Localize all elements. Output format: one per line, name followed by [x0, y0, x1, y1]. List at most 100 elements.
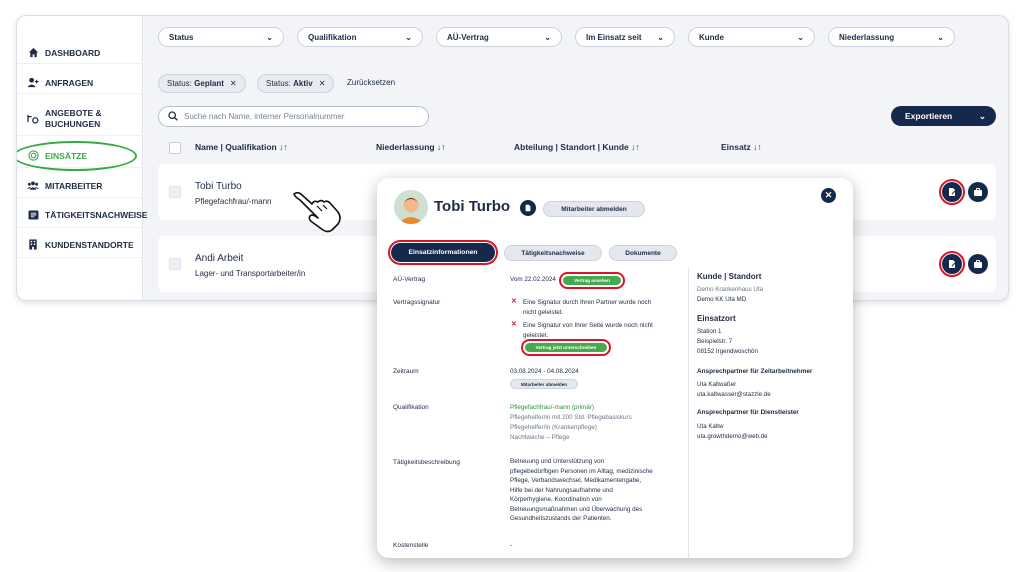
search-input[interactable]: Suche nach Name, interner Personalnummer: [158, 106, 429, 127]
filter-im-einsatz-seit[interactable]: Im Einsatz seit ⌄: [575, 27, 675, 47]
sidebar-item-label: ANFRAGEN: [45, 77, 94, 88]
qualification-secondary: Pflegehelfer/in (Krankenpflege): [510, 424, 597, 431]
filter-chip-geplant[interactable]: Status: Geplant ✕: [158, 74, 246, 93]
briefcase-icon: [974, 260, 982, 268]
row-checkbox[interactable]: [169, 258, 181, 270]
users-icon: [27, 180, 39, 192]
location-heading: Einsatzort: [697, 314, 736, 323]
employee-name: Tobi Turbo: [195, 181, 242, 192]
building-icon: [27, 239, 39, 251]
close-icon[interactable]: ✕: [230, 79, 237, 88]
column-divider: [688, 268, 689, 558]
chevron-down-icon: ⌄: [978, 110, 986, 121]
modal-employee-name: Tobi Turbo: [434, 198, 511, 215]
pointer-hand-icon: [293, 191, 341, 233]
contact-name: Uta Kaltw: [697, 423, 724, 430]
au-vertrag-label: AÜ-Vertrag: [393, 276, 426, 283]
au-vertrag-date: Vom 22.02.2024: [510, 276, 556, 283]
location-line: Station 1: [697, 328, 722, 335]
signature-partner-status: Eine Signatur durch Ihren Partner wurde …: [523, 299, 652, 316]
tab-dokumente[interactable]: Dokumente: [609, 245, 677, 261]
description-text: Betreuung und Unterstützung von pflegebe…: [510, 458, 653, 522]
description-label: Tätigkeitsbeschreibung: [393, 459, 460, 466]
unregister-employee-button-small[interactable]: Mitarbeiter abmelden: [510, 379, 578, 389]
period-label: Zeitraum: [393, 368, 419, 375]
customer-location: Demo KK Uta MD: [697, 296, 747, 303]
close-icon[interactable]: ✕: [821, 188, 836, 203]
cost-center-value: -: [510, 542, 513, 549]
signature-own-status: Eine Signatur von Ihrer Seite wurde noch…: [523, 322, 653, 339]
chevron-down-icon: ⌄: [937, 32, 944, 42]
sidebar-item-label: ANGEBOTE & BUCHUNGEN: [45, 107, 102, 129]
column-header-niederlassung[interactable]: Niederlassung ↓↑: [376, 142, 445, 152]
home-icon: [27, 47, 39, 59]
tab-taetigkeitsnachweise[interactable]: Tätigkeitsnachweise: [504, 245, 602, 261]
close-icon: ✕: [511, 298, 517, 305]
tab-einsatzinformationen[interactable]: Einsatzinformationen: [388, 240, 498, 265]
filter-chip-aktiv[interactable]: Status: Aktiv ✕: [257, 74, 335, 93]
document-edit-icon: [949, 260, 956, 268]
employee-qualification: Pflegefachfrau/-mann: [195, 197, 272, 206]
filter-au-vertrag[interactable]: AÜ-Vertrag ⌄: [436, 27, 562, 47]
filter-niederlassung[interactable]: Niederlassung ⌄: [828, 27, 955, 47]
close-icon: ✕: [511, 321, 517, 328]
filter-status[interactable]: Status ⌄: [158, 27, 284, 47]
column-header-einsatz[interactable]: Einsatz ↓↑: [721, 142, 762, 152]
contact-name: Uta Kaltwaßer: [697, 381, 737, 388]
contact-email[interactable]: uta.kaltwasser@stazzle.de: [697, 390, 771, 400]
employee-qualification: Lager- und Transportarbeiter/in: [195, 269, 306, 278]
sidebar-item-angebote[interactable]: ANGEBOTE & BUCHUNGEN: [17, 102, 143, 136]
contact-heading: Ansprechpartner für Dienstleister: [697, 409, 799, 416]
customer-name: Demo Krankenhaus Uta: [697, 286, 764, 293]
qualification-primary: Pflegefachfrau/-mann (primär): [510, 404, 594, 411]
assignment-button[interactable]: [968, 182, 988, 202]
sidebar-item-dashboard[interactable]: DASHBOARD: [17, 42, 143, 64]
chevron-down-icon: ⌄: [657, 32, 664, 42]
signature-label: Vertragssignatur: [393, 299, 441, 306]
close-icon[interactable]: ✕: [319, 79, 326, 88]
sidebar-item-anfragen[interactable]: ANFRAGEN: [17, 72, 143, 94]
edit-document-button[interactable]: [939, 251, 965, 277]
highlight-ring: [17, 141, 137, 171]
sidebar-item-taetigkeitsnachweise[interactable]: TÄTIGKEITSNACHWEISE: [17, 202, 147, 228]
sidebar: DASHBOARD ANFRAGEN ANGEBOTE & BUCHUNGEN E…: [17, 16, 147, 300]
sidebar-item-mitarbeiter[interactable]: MITARBEITER: [17, 174, 143, 198]
list-icon: [27, 209, 39, 221]
filter-qualifikation[interactable]: Qualifikation ⌄: [297, 27, 423, 47]
column-header-name[interactable]: Name | Qualifikation ↓↑: [195, 142, 288, 152]
document-edit-icon: [949, 188, 956, 196]
avatar: [394, 190, 428, 224]
filter-kunde[interactable]: Kunde ⌄: [688, 27, 815, 47]
row-checkbox[interactable]: [169, 186, 181, 198]
user-plus-icon: [27, 77, 39, 89]
sidebar-item-label: TÄTIGKEITSNACHWEISE: [45, 209, 148, 220]
search-placeholder: Suche nach Name, interner Personalnummer: [184, 112, 345, 121]
chevron-down-icon: ⌄: [405, 32, 412, 42]
offers-icon: [27, 113, 39, 125]
customer-heading: Kunde | Standort: [697, 272, 762, 281]
sidebar-item-label: DASHBOARD: [45, 47, 101, 58]
view-contract-button[interactable]: Vertrag ansehen: [559, 272, 625, 289]
sidebar-item-kundenstandorte[interactable]: KUNDENSTANDORTE: [17, 232, 143, 258]
assignment-button[interactable]: [968, 254, 988, 274]
chevron-down-icon: ⌄: [544, 32, 551, 42]
edit-button[interactable]: [520, 200, 536, 216]
period-value: 03.08.2024 - 04.08.2024: [510, 368, 579, 375]
contact-email[interactable]: uta.growthdemo@web.de: [697, 432, 768, 442]
export-button[interactable]: Exportieren ⌄: [891, 106, 996, 126]
edit-document-button[interactable]: [939, 179, 965, 205]
sidebar-item-label: MITARBEITER: [45, 180, 103, 191]
unregister-employee-button[interactable]: Mitarbeiter abmelden: [543, 201, 645, 217]
assignment-detail-modal: Tobi Turbo Mitarbeiter abmelden ✕ Einsat…: [377, 178, 853, 558]
location-line: Beispielstr. 7: [697, 338, 733, 345]
select-all-checkbox[interactable]: [169, 142, 181, 154]
sign-contract-button[interactable]: Vertrag jetzt unterschreiben: [521, 339, 611, 356]
qualification-label: Qualifikation: [393, 404, 429, 411]
column-header-abteilung[interactable]: Abteilung | Standort | Kunde ↓↑: [514, 142, 640, 152]
employee-name: Andi Arbeit: [195, 253, 244, 264]
reset-link[interactable]: Zurücksetzen: [347, 78, 395, 87]
qualification-secondary: Nachtwache – Pflege: [510, 434, 570, 441]
sidebar-item-label: KUNDENSTANDORTE: [45, 239, 134, 250]
document-edit-icon: [525, 204, 531, 212]
contact-heading: Ansprechpartner für Zeitarbeitnehmer: [697, 368, 813, 375]
